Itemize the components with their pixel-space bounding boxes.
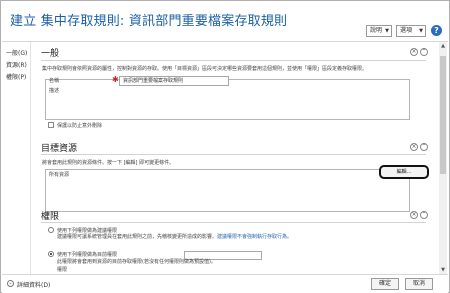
ok-button[interactable]: 確定 [371,278,399,290]
close-icon[interactable]: × [410,48,418,56]
nav-item-general[interactable]: 一般(G) [6,48,27,57]
nav-item-resources[interactable]: 資源(R) [6,60,27,69]
name-label: 名稱 [49,78,60,84]
scroll-up-icon[interactable]: ▲ [439,42,447,50]
general-description: 集中存取規則會依照資源的屬性，控制對資源的存取。使用「目標資源」區段可決定哪些資… [42,66,368,72]
options-menu-button[interactable]: 選項 ▼ [396,25,426,37]
help-icon[interactable]: ? [431,25,442,36]
nav-item-permissions[interactable]: 權限(P) [6,72,26,81]
general-section-controls: × ⌃ [410,48,430,57]
current-permissions-radio[interactable] [48,251,54,257]
protect-checkbox[interactable] [48,122,54,128]
collapse-icon[interactable]: ⌃ [420,143,428,151]
proposed-permissions-description: 建議權限可讓系統管理員在套用此規則之前，先稽核變更所造成的影響。建議權限不會強制… [57,234,427,240]
resources-condition-box [45,169,410,212]
window-title: 建立 集中存取規則: 資訊部門重要檔案存取規則 [10,14,288,29]
help-menu-button[interactable]: 說明 ▼ [366,25,392,37]
cancel-button[interactable]: 取消 [405,278,433,290]
edit-button[interactable]: 編輯... [379,165,429,179]
options-menu-label: 選項 [400,27,413,34]
details-toggle[interactable]: 詳細資料(D) [17,280,50,289]
expand-details-icon[interactable]: ⌄ [7,280,14,287]
rule-dialog-window: 建立 集中存取規則: 資訊部門重要檔案存取規則 說明 ▼ 選項 ▼ ? 一般(G… [0,0,450,293]
description-input[interactable] [119,87,408,117]
title-bar: 建立 集中存取規則: 資訊部門重要檔案存取規則 說明 ▼ 選項 ▼ ? [2,2,448,41]
description-label: 描述 [49,88,60,94]
close-icon[interactable]: × [410,143,418,151]
general-section-divider [41,60,426,61]
scroll-thumb[interactable] [440,56,446,174]
collapse-icon[interactable]: ⌃ [420,48,428,56]
permissions-section-divider [41,222,426,223]
proposed-permissions-link[interactable]: 建議權限不會強制執行存取行為 [217,234,287,240]
close-icon[interactable]: × [410,211,418,219]
required-icon: ✱ [112,75,119,84]
general-section-title: 一般 [41,49,60,59]
permissions-section-controls: × ⌃ [410,211,430,220]
section-nav: 一般(G) 資源(R) 權限(P) [2,42,30,274]
resources-section-divider [41,154,426,155]
footer-bar: ⌄ 詳細資料(D) 確定 取消 [2,275,448,293]
resources-condition-value: 所有資源 [49,172,70,178]
proposed-permissions-radio[interactable] [48,227,54,233]
content-pane: 一般 × ⌃ 集中存取規則會依照資源的屬性，控制對資源的存取。使用「目標資源」區… [31,42,438,274]
chevron-down-icon: ▼ [385,28,389,34]
resources-section-controls: × ⌃ [410,143,430,152]
collapse-icon[interactable]: ⌃ [420,211,428,219]
current-permissions-description: 此權限將會套用到資源的目前存取權限(若沒有任何權限則做為預設值)。 [57,259,216,265]
scroll-down-icon[interactable]: ▼ [439,266,447,274]
proposed-permissions-label: 使用下列權限做為建議權限 [57,228,118,234]
resources-section-title: 目標資源 [41,144,78,154]
help-menu-label: 說明 [370,27,383,34]
resources-description: 將會套用此規則的資源條件。按一下 [編輯] 即可變更條件。 [42,160,175,166]
current-permissions-label: 使用下列權限做為目前權限 [57,252,118,258]
vertical-scrollbar[interactable]: ▲ ▼ [439,42,447,274]
proposed-permissions-text: 建議權限可讓系統管理員在套用此規則之前，先稽核變更所造成的影響。 [57,234,218,240]
protect-checkbox-label: 保護以防止意外刪除 [57,123,103,129]
chevron-down-icon: ▼ [419,28,423,34]
name-input[interactable]: 資訊部門重要檔案存取規則 [119,76,229,86]
permissions-section-title: 權限 [41,212,60,222]
proposed-permissions-text-end: 。 [287,234,293,240]
current-permissions-field-label: 權限 [57,267,68,273]
